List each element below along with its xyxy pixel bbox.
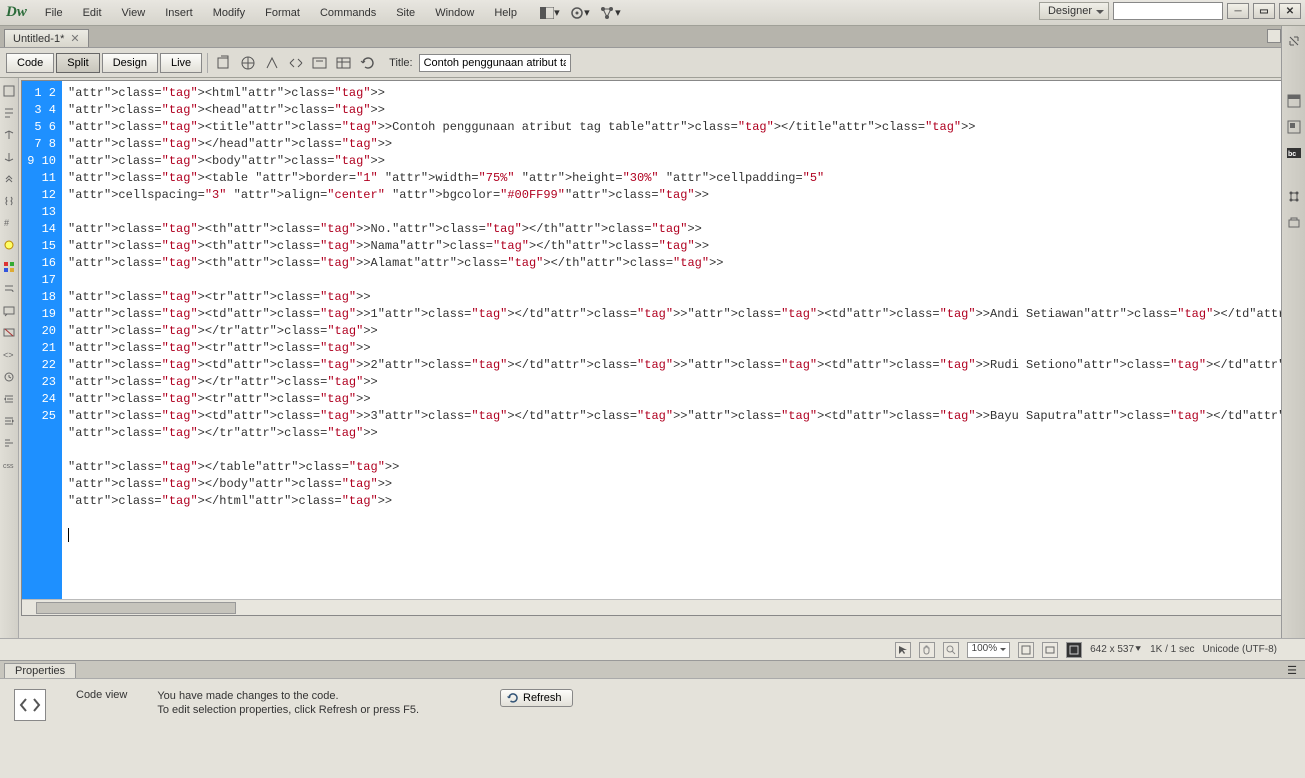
window-dim[interactable]: 642 x 537⯆ [1090, 644, 1142, 655]
svg-text:#: # [4, 218, 9, 228]
css-styles-panel-icon[interactable] [1285, 92, 1303, 110]
syntax-color-icon[interactable] [0, 258, 18, 276]
code-content[interactable]: "attr">class="tag"><html"attr">class="ta… [62, 81, 1305, 615]
zoom-tool-icon[interactable] [943, 642, 959, 658]
assets-panel-icon[interactable] [1285, 214, 1303, 232]
recent-snippets-icon[interactable] [0, 368, 18, 386]
window-size-icon-2[interactable] [1042, 642, 1058, 658]
apply-comment-icon[interactable] [0, 302, 18, 320]
menu-file[interactable]: File [35, 3, 73, 23]
workspace-switcher[interactable]: Designer [1039, 2, 1109, 20]
menu-edit[interactable]: Edit [73, 3, 112, 23]
expand-tag-icon[interactable] [0, 148, 18, 166]
properties-tab-bar: Properties ☰ [0, 660, 1305, 678]
svg-text:<>: <> [3, 350, 14, 360]
close-button[interactable]: ✕ [1279, 3, 1301, 19]
properties-panel: Code view You have made changes to the c… [0, 678, 1305, 778]
remove-comment-icon[interactable] [0, 324, 18, 342]
properties-title: Code view [76, 689, 127, 701]
maximize-button[interactable]: ▭ [1253, 3, 1275, 19]
menu-modify[interactable]: Modify [203, 3, 255, 23]
code-horizontal-scrollbar[interactable] [22, 599, 1305, 615]
open-documents-icon[interactable] [0, 82, 18, 100]
doc-restore-icon[interactable] [1267, 29, 1281, 43]
live-code-icon[interactable] [285, 52, 307, 74]
file-management-icon[interactable] [213, 52, 235, 74]
encoding[interactable]: Unicode (UTF-8) [1203, 644, 1277, 655]
indent-icon[interactable] [0, 390, 18, 408]
code-view-button[interactable]: Code [6, 53, 54, 73]
main-split: # <> css 1 2 3 4 5 6 7 8 9 10 11 12 13 1… [0, 78, 1305, 638]
document-tab[interactable]: Untitled-1* ✕ [4, 29, 89, 47]
menu-help[interactable]: Help [484, 3, 527, 23]
document-tab-label: Untitled-1* [13, 33, 64, 45]
preview-browser-icon[interactable] [237, 52, 259, 74]
word-wrap-icon[interactable] [0, 280, 18, 298]
close-tab-icon[interactable]: ✕ [70, 32, 79, 45]
menu-insert[interactable]: Insert [155, 3, 203, 23]
live-view-button[interactable]: Live [160, 53, 202, 73]
properties-message: You have made changes to the code. To ed… [157, 689, 419, 717]
search-input[interactable] [1113, 2, 1223, 20]
refresh-button[interactable]: Refresh [500, 689, 573, 707]
expand-panels-icon[interactable] [1285, 32, 1303, 50]
menu-view[interactable]: View [112, 3, 156, 23]
format-source-icon[interactable] [0, 434, 18, 452]
svg-text:bc: bc [1288, 151, 1296, 158]
menu-site[interactable]: Site [386, 3, 425, 23]
extensions-icon[interactable]: ▾ [567, 3, 593, 23]
app-logo: Dw [6, 4, 27, 21]
visual-aids-icon[interactable] [333, 52, 355, 74]
minimize-button[interactable]: ─ [1227, 3, 1249, 19]
refresh-icon [507, 692, 519, 704]
wrap-tag-icon[interactable]: <> [0, 346, 18, 364]
properties-tab[interactable]: Properties [4, 663, 76, 678]
select-parent-icon[interactable] [0, 170, 18, 188]
line-gutter: 1 2 3 4 5 6 7 8 9 10 11 12 13 14 15 16 1… [22, 81, 62, 615]
collapse-tag-icon[interactable] [0, 126, 18, 144]
window-size-icon-1[interactable] [1018, 642, 1034, 658]
design-view-button[interactable]: Design [102, 53, 158, 73]
pointer-tool-icon[interactable] [895, 642, 911, 658]
right-panel-rail: bc [1281, 26, 1305, 638]
server-debug-icon[interactable] [261, 52, 283, 74]
code-toolbar-rail: # <> css [0, 78, 19, 638]
code-view-icon [14, 689, 46, 721]
hand-tool-icon[interactable] [919, 642, 935, 658]
ap-elements-panel-icon[interactable] [1285, 118, 1303, 136]
show-code-nav-icon[interactable] [0, 104, 18, 122]
highlight-invalid-icon[interactable] [0, 236, 18, 254]
title-label: Title: [389, 57, 412, 69]
svg-text:css: css [3, 463, 14, 470]
business-catalyst-panel-icon[interactable]: bc [1285, 144, 1303, 162]
status-bar: 100% 642 x 537⯆ 1K / 1 sec Unicode (UTF-… [0, 638, 1305, 660]
window-size-icon-3[interactable] [1066, 642, 1082, 658]
line-numbers-icon[interactable]: # [0, 214, 18, 232]
document-toolbar: Code Split Design Live Title: [0, 48, 1305, 78]
move-css-icon[interactable]: css [0, 456, 18, 474]
menu-bar: Dw File Edit View Insert Modify Format C… [0, 0, 1305, 26]
refresh-design-icon[interactable] [357, 52, 379, 74]
panel-menu-icon[interactable]: ☰ [1287, 664, 1297, 677]
balance-braces-icon[interactable] [0, 192, 18, 210]
menu-commands[interactable]: Commands [310, 3, 386, 23]
menu-format[interactable]: Format [255, 3, 310, 23]
site-icon[interactable]: ▾ [597, 3, 623, 23]
document-tab-bar: Untitled-1* ✕ [0, 26, 1305, 48]
page-size: 1K / 1 sec [1150, 644, 1194, 655]
code-editor[interactable]: 1 2 3 4 5 6 7 8 9 10 11 12 13 14 15 16 1… [21, 80, 1305, 616]
split-view-button[interactable]: Split [56, 53, 99, 73]
menu-window[interactable]: Window [425, 3, 484, 23]
title-input[interactable] [419, 54, 571, 72]
outdent-icon[interactable] [0, 412, 18, 430]
files-panel-icon[interactable] [1285, 188, 1303, 206]
layout-icon[interactable]: ▾ [537, 3, 563, 23]
zoom-level[interactable]: 100% [967, 642, 1011, 658]
inspect-icon[interactable] [309, 52, 331, 74]
